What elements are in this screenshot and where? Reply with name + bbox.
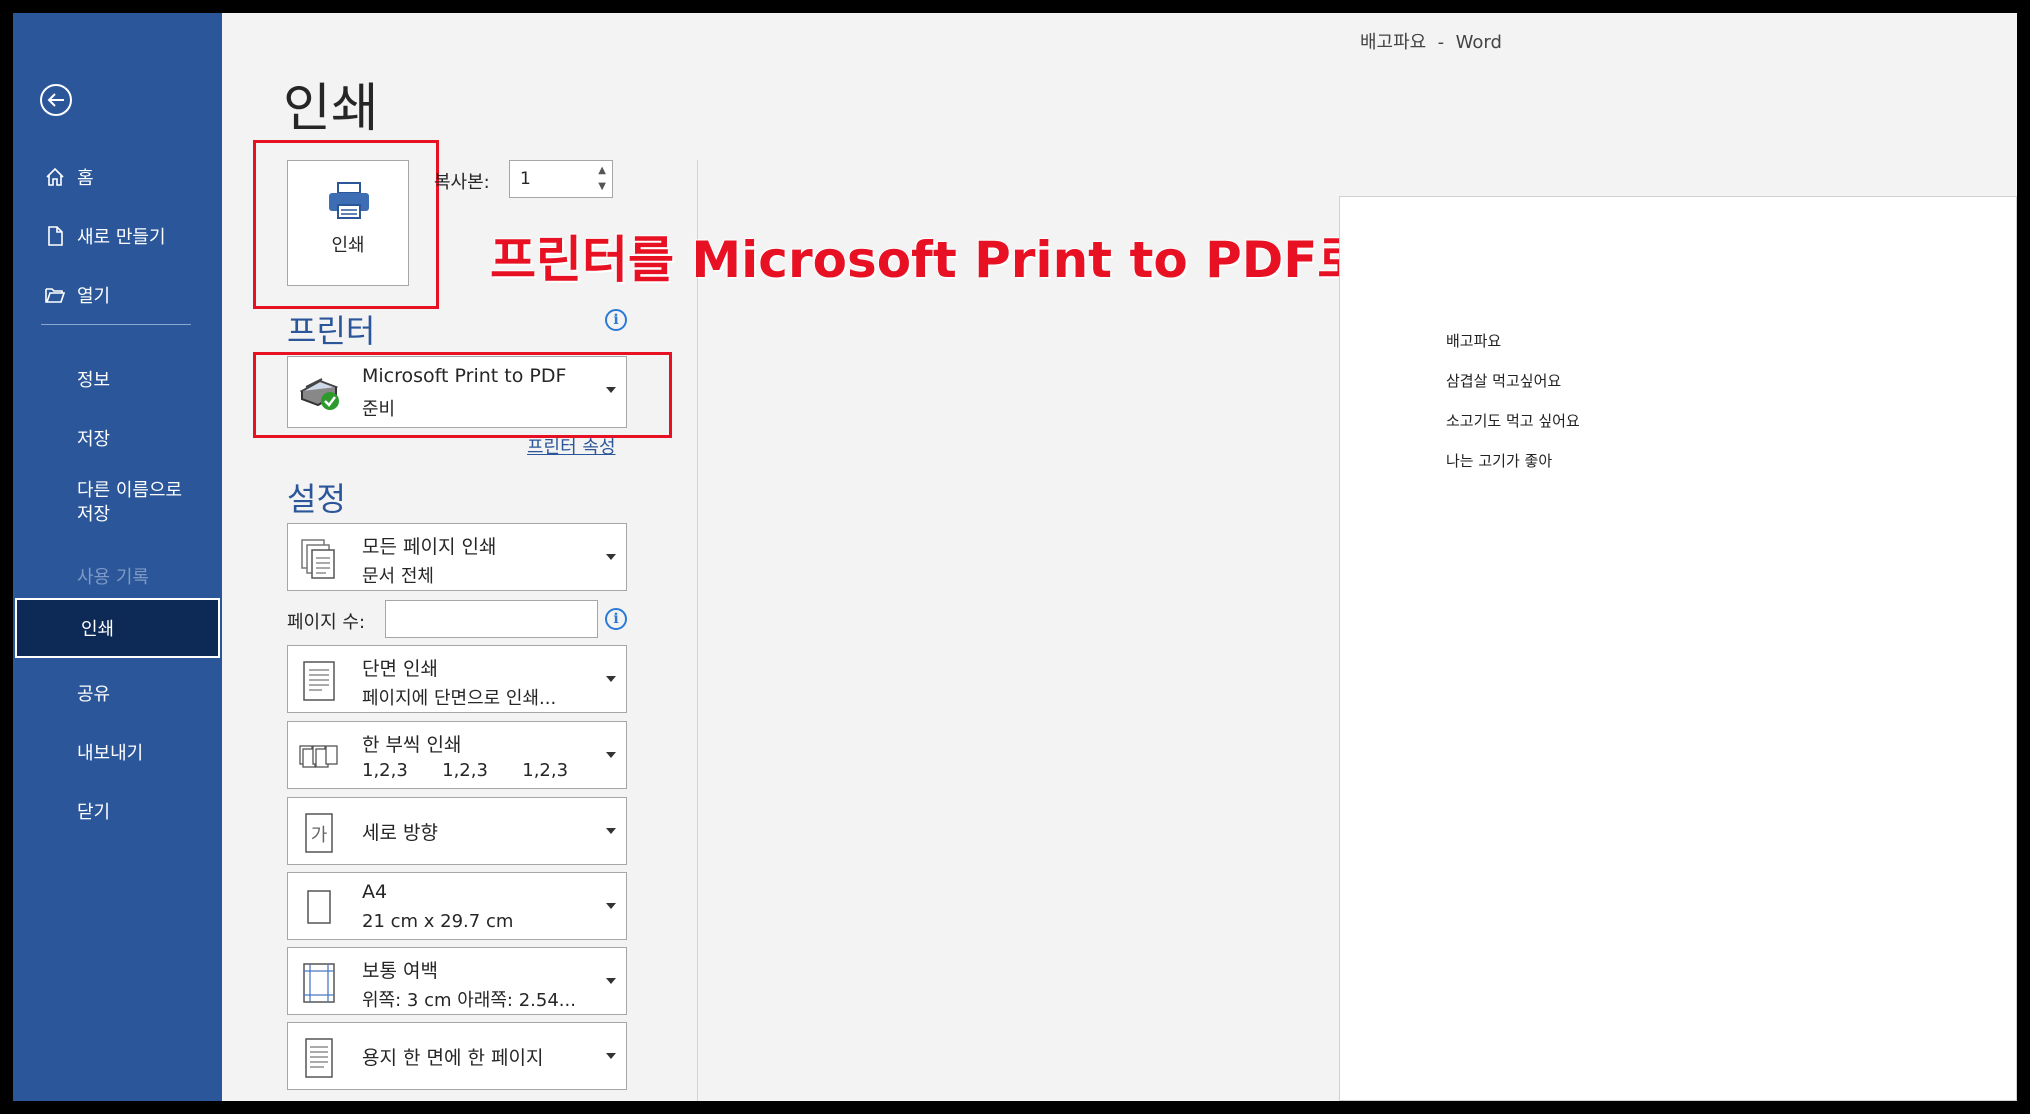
portrait-icon: 가 xyxy=(305,813,333,853)
printer-properties-link[interactable]: 프린터 속성 xyxy=(527,433,616,459)
sidebar-item-save[interactable]: 저장 xyxy=(13,410,222,466)
backstage-sidebar: 홈 새로 만들기 열기 정보 저장 다른 이름으로 저장 사용 기록 인쇄 공유… xyxy=(13,13,222,1101)
setting-line1: 세로 방향 xyxy=(362,822,438,844)
preview-line: 나는 고기가 좋아 xyxy=(1446,452,1553,470)
sidebar-item-print[interactable]: 인쇄 xyxy=(15,598,220,658)
copies-label: 복사본: xyxy=(434,172,490,193)
spin-up-icon[interactable]: ▲ xyxy=(598,165,606,176)
new-document-icon xyxy=(43,224,67,248)
sidebar-item-label: 열기 xyxy=(77,286,111,307)
open-folder-icon xyxy=(43,283,67,307)
sidebar-item-label: 홈 xyxy=(77,168,94,189)
printer-info-icon[interactable]: i xyxy=(605,309,627,331)
sidebar-item-share[interactable]: 공유 xyxy=(13,665,222,721)
highlight-print-button xyxy=(253,140,439,309)
home-icon xyxy=(43,165,67,189)
setting-line1: 한 부씩 인쇄 xyxy=(362,734,462,756)
setting-line1: 보통 여백 xyxy=(362,960,438,982)
preview-line: 배고파요 xyxy=(1446,332,1502,350)
sidebar-item-open[interactable]: 열기 xyxy=(13,267,222,323)
settings-section-title: 설정 xyxy=(287,480,346,518)
sidebar-item-save-as[interactable]: 다른 이름으로 저장 xyxy=(13,468,222,538)
sidebar-item-info[interactable]: 정보 xyxy=(13,351,222,407)
chevron-down-icon xyxy=(606,1053,616,1059)
chevron-down-icon xyxy=(606,978,616,984)
paper-size-icon xyxy=(307,890,331,924)
highlight-printer-dropdown xyxy=(253,352,672,438)
chevron-down-icon xyxy=(606,554,616,560)
sidebar-item-history: 사용 기록 xyxy=(13,548,222,604)
setting-line1: 단면 인쇄 xyxy=(362,658,438,680)
setting-line2: 페이지에 단면으로 인쇄... xyxy=(362,688,557,709)
chevron-down-icon xyxy=(606,676,616,682)
copies-stepper[interactable]: 1 ▲ ▼ xyxy=(509,160,613,198)
setting-line2: 1,2,3 1,2,3 1,2,3 xyxy=(362,760,569,781)
sidebar-item-label: 사용 기록 xyxy=(77,567,149,588)
pages-input[interactable] xyxy=(385,600,598,638)
preview-line: 삼겹살 먹고싶어요 xyxy=(1446,372,1562,390)
preview-line: 소고기도 먹고 싶어요 xyxy=(1446,412,1580,430)
setting-line1: 모든 페이지 인쇄 xyxy=(362,536,497,558)
sidebar-item-label: 새로 만들기 xyxy=(77,227,166,248)
print-range-dropdown[interactable]: 모든 페이지 인쇄 문서 전체 xyxy=(287,523,627,591)
setting-line2: 위쪽: 3 cm 아래쪽: 2.54... xyxy=(362,990,576,1011)
sidebar-item-label: 닫기 xyxy=(77,802,111,823)
annotation-text: 프린터를 Microsoft Print to PDF로 설정 xyxy=(490,231,1473,289)
paper-size-dropdown[interactable]: A4 21 cm x 29.7 cm xyxy=(287,872,627,940)
back-button[interactable] xyxy=(39,83,73,117)
sidebar-item-home[interactable]: 홈 xyxy=(13,149,222,205)
pages-label: 페이지 수: xyxy=(287,612,366,633)
sidebar-item-label: 공유 xyxy=(77,684,111,705)
chevron-down-icon xyxy=(606,903,616,909)
back-arrow-icon xyxy=(40,84,72,116)
sidebar-item-label: 저장 xyxy=(77,429,111,450)
collate-dropdown[interactable]: 한 부씩 인쇄 1,2,3 1,2,3 1,2,3 xyxy=(287,721,627,789)
sides-dropdown[interactable]: 단면 인쇄 페이지에 단면으로 인쇄... xyxy=(287,645,627,713)
pages-icon xyxy=(301,539,335,579)
setting-line2: 문서 전체 xyxy=(362,566,434,587)
sidebar-item-label: 정보 xyxy=(77,370,111,391)
printer-section-title: 프린터 xyxy=(287,312,376,350)
margins-icon xyxy=(303,963,335,1003)
pages-per-sheet-icon xyxy=(305,1038,333,1078)
print-preview-page: 배고파요 삼겹살 먹고싶어요 소고기도 먹고 싶어요 나는 고기가 좋아 xyxy=(1339,196,2017,1101)
chevron-down-icon xyxy=(606,752,616,758)
svg-text:가: 가 xyxy=(311,825,328,846)
setting-line2: 21 cm x 29.7 cm xyxy=(362,911,514,932)
sidebar-item-close[interactable]: 닫기 xyxy=(13,783,222,839)
sidebar-item-label: 다른 이름으로 저장 xyxy=(77,480,183,525)
sidebar-item-label: 인쇄 xyxy=(81,619,115,640)
sidebar-item-export[interactable]: 내보내기 xyxy=(13,724,222,780)
spin-down-icon[interactable]: ▼ xyxy=(598,181,606,192)
chevron-down-icon xyxy=(606,828,616,834)
setting-line1: 용지 한 면에 한 페이지 xyxy=(362,1047,544,1069)
window-title: 배고파요 - Word xyxy=(1360,32,1502,53)
page-title: 인쇄 xyxy=(283,79,379,139)
margins-dropdown[interactable]: 보통 여백 위쪽: 3 cm 아래쪽: 2.54... xyxy=(287,947,627,1015)
setting-line1: A4 xyxy=(362,881,388,903)
panel-divider xyxy=(697,160,698,1101)
sidebar-item-new[interactable]: 새로 만들기 xyxy=(13,208,222,264)
orientation-dropdown[interactable]: 가 세로 방향 xyxy=(287,797,627,865)
one-sided-icon xyxy=(303,661,335,701)
sidebar-item-label: 내보내기 xyxy=(77,743,144,764)
sidebar-divider xyxy=(41,324,191,325)
pages-info-icon[interactable]: i xyxy=(605,608,627,630)
copies-value: 1 xyxy=(520,169,531,189)
collate-icon xyxy=(299,745,338,768)
pages-per-sheet-dropdown[interactable]: 용지 한 면에 한 페이지 xyxy=(287,1022,627,1090)
